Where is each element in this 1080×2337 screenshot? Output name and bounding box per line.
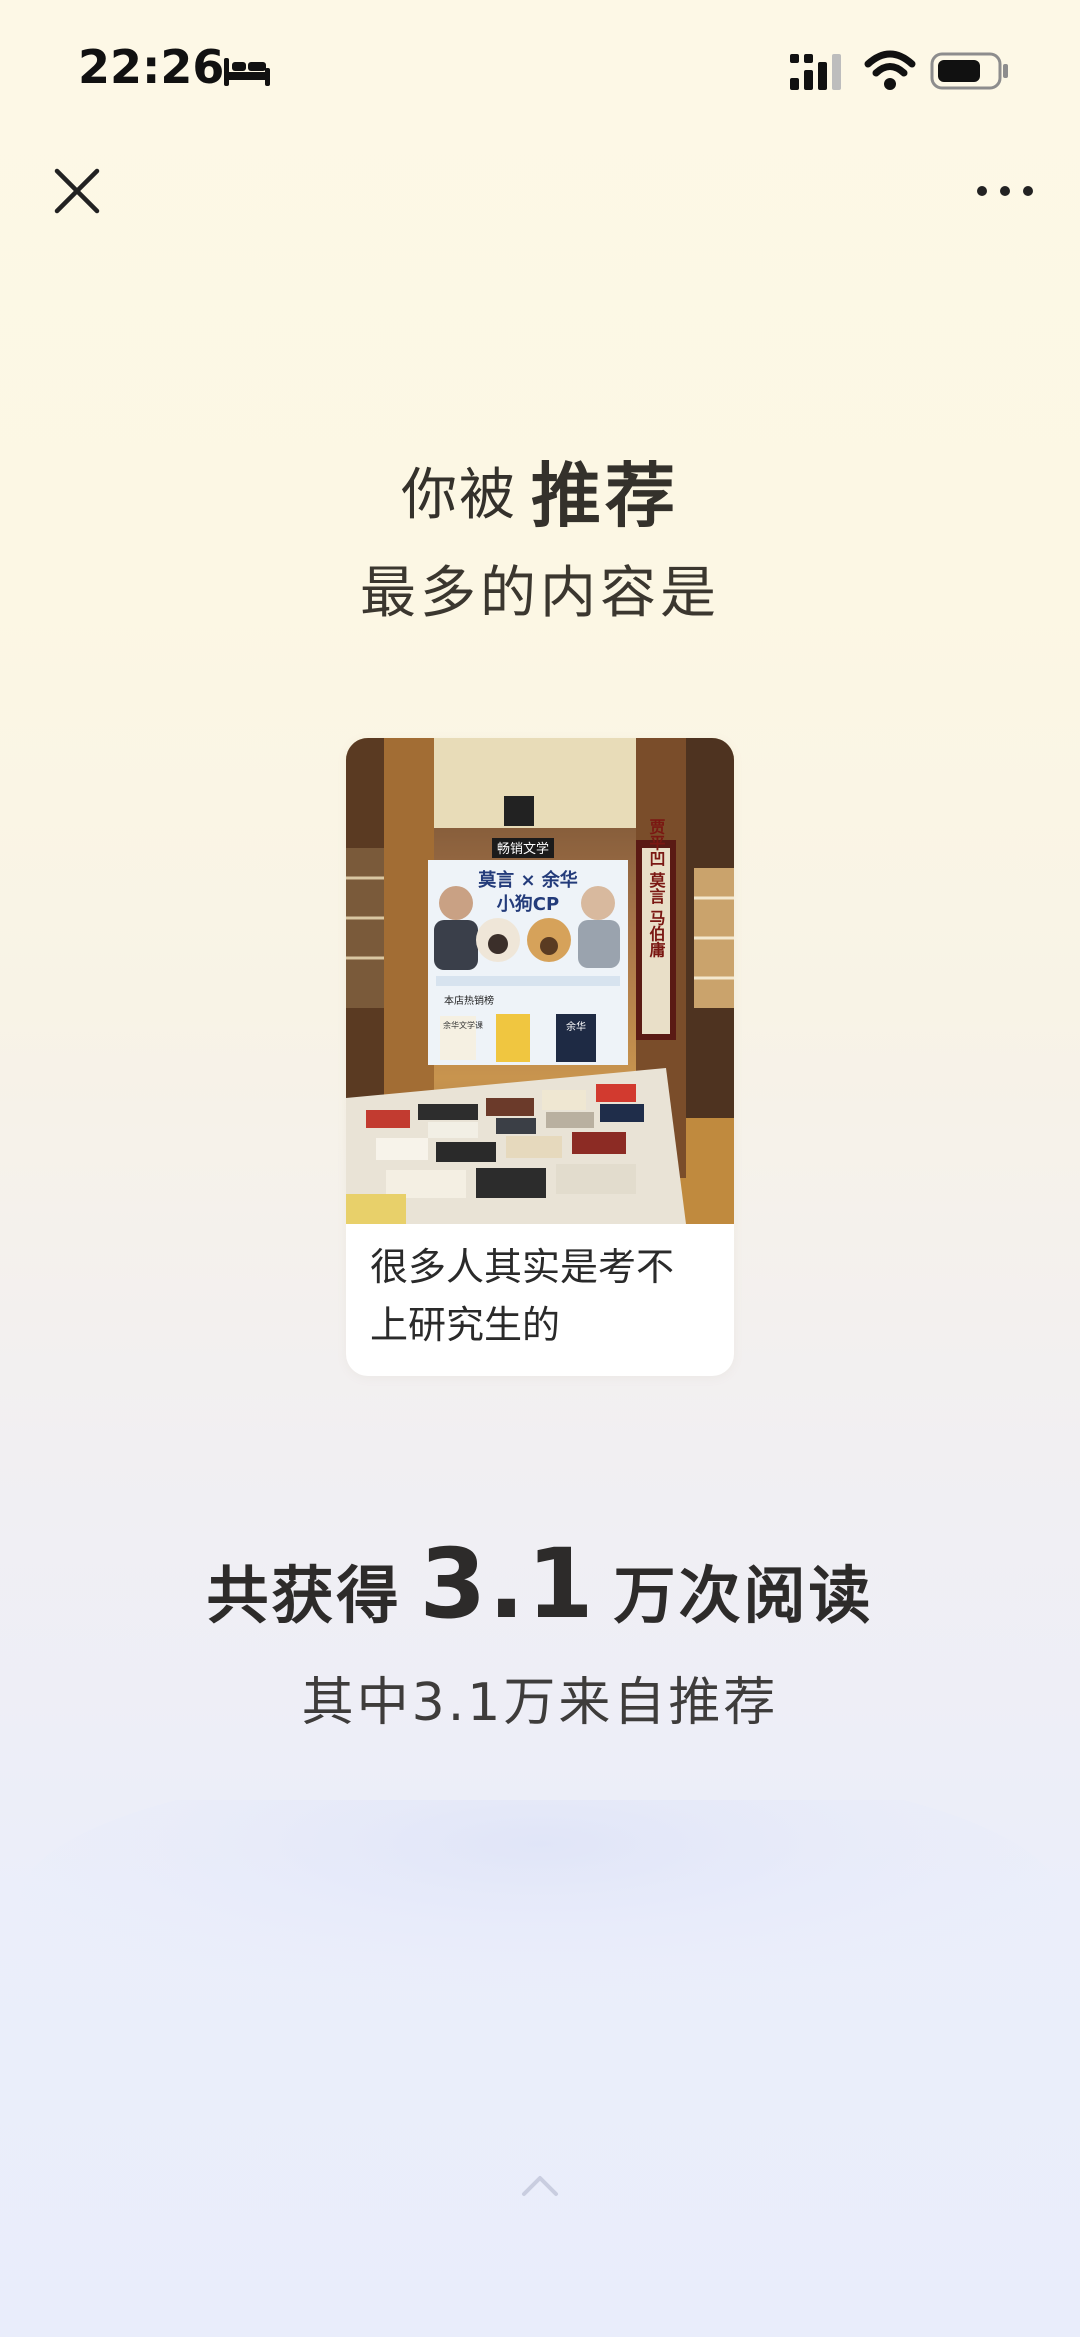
stats-number: 3.1 <box>419 1528 596 1640</box>
stats-prefix: 共获得 <box>206 1559 402 1632</box>
wifi-icon <box>864 50 916 90</box>
headline: 你被 推荐 <box>0 440 1080 541</box>
bookstore-photo: 畅销文学 莫言 × 余华 小狗CP 本店热销榜 余华文学课 余华 贾平凹 莫言 … <box>346 738 734 1224</box>
battery-icon <box>930 52 1008 90</box>
stats-line: 共获得 3.1 万次阅读 <box>0 1528 1080 1640</box>
close-icon[interactable] <box>52 166 102 216</box>
poster-subtitle-text: 小狗CP <box>497 893 559 915</box>
book-label-2: 余华 <box>566 1020 586 1033</box>
poster-title-text: 莫言 × 余华 <box>477 869 578 891</box>
content-card[interactable]: 畅销文学 莫言 × 余华 小狗CP 本店热销榜 余华文学课 余华 贾平凹 莫言 … <box>346 738 734 1376</box>
signal-icon <box>790 54 841 90</box>
headline-line2: 最多的内容是 <box>360 561 720 626</box>
chevron-up-icon[interactable] <box>520 2170 560 2200</box>
pillar-sign-text: 贾平凹 莫言 马伯庸 <box>647 818 667 958</box>
stats-sub: 其中3.1万来自推荐 <box>301 1673 779 1733</box>
decorative-arc <box>20 1800 1060 2040</box>
card-caption: 很多人其实是考不上研究生的 <box>370 1245 675 1347</box>
card-image: 畅销文学 莫言 × 余华 小狗CP 本店热销榜 余华文学课 余华 贾平凹 莫言 … <box>346 738 734 1224</box>
stats-suffix: 万次阅读 <box>613 1559 874 1632</box>
headline-emphasis: 推荐 <box>531 455 679 537</box>
store-sign-text: 畅销文学 <box>497 841 549 857</box>
poster-section-text: 本店热销榜 <box>444 994 494 1007</box>
bed-icon <box>224 58 270 86</box>
more-icon[interactable] <box>970 168 1040 214</box>
status-time: 22:26 <box>78 40 225 94</box>
headline-prefix: 你被 <box>401 463 517 528</box>
book-label-1: 余华文学课 <box>443 1020 483 1030</box>
